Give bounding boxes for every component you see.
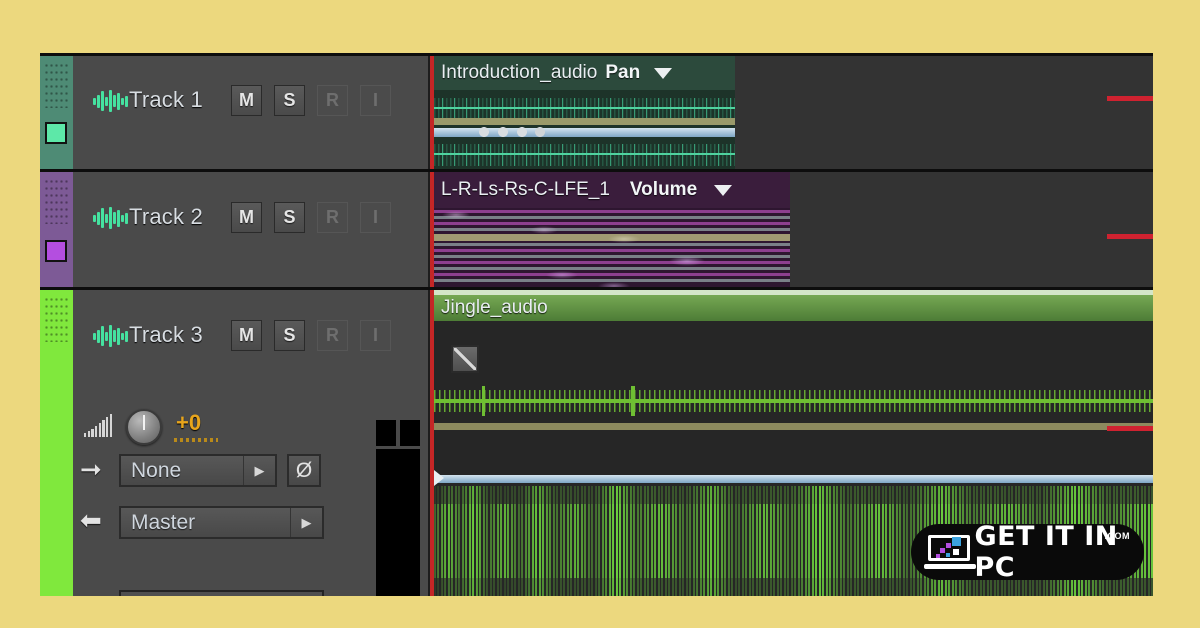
watermark-suffix: .COM [1104, 531, 1130, 541]
record-button-1[interactable]: R [317, 85, 348, 116]
pixel-dot-5 [953, 549, 959, 555]
envelope-node-extra-1[interactable] [532, 124, 549, 141]
track-color-strip-3[interactable] [40, 290, 73, 596]
clip-envelope-labels-2 [434, 210, 790, 287]
track-name-2[interactable]: Track 2 [129, 204, 203, 230]
track-name-1[interactable]: Track 1 [129, 87, 203, 113]
chevron-right-icon-output[interactable]: ▶ [290, 508, 322, 537]
track-header-3[interactable]: Track 3 M S R I +0 ➞ None ▶ Ø ⬅ Master ▶ [40, 290, 430, 596]
solo-button-1[interactable]: S [274, 85, 305, 116]
clip-name-2: L-R-Ls-Rs-C-LFE_1 [441, 179, 610, 200]
input-button-3[interactable]: I [360, 320, 391, 351]
pixel-dot-2 [946, 543, 951, 548]
clip-l-r-ls-rs-c-lfe-1[interactable]: L-R-Ls-Rs-C-LFE_1 Volume [434, 172, 790, 287]
bottom-control-partial[interactable] [119, 590, 324, 596]
clip-envelope-line-3 [434, 423, 1153, 430]
pixel-dot-1 [940, 548, 945, 553]
clip-name-1: Introduction_audio [441, 62, 598, 83]
track-lane-2[interactable]: L-R-Ls-Rs-C-LFE_1 Volume [430, 172, 1153, 287]
gain-dash-indicator [174, 438, 218, 442]
track-grip-dots-icon [44, 62, 69, 108]
clip-name-3: Jingle_audio [441, 296, 548, 318]
clip-waveform-lower-1 [434, 144, 735, 166]
edge-marker-3 [1107, 426, 1153, 431]
input-routing-select[interactable]: None ▶ [119, 454, 277, 487]
track-toggles-2: M S R I [231, 202, 391, 233]
track-header-1[interactable]: Track 1 M S R I [40, 56, 430, 169]
clip-center-line-lower-1 [434, 153, 735, 155]
clip-header-2[interactable]: L-R-Ls-Rs-C-LFE_1 Volume [434, 172, 790, 208]
edge-marker-1 [1107, 96, 1153, 101]
output-arrow-icon: ⬅ [80, 505, 102, 535]
clip-mode-1[interactable]: Pan [605, 62, 640, 84]
pixel-dot-6 [936, 554, 940, 558]
track-toggles-3: M S R I [231, 320, 391, 351]
clip-envelope-handle-3[interactable] [434, 470, 444, 486]
laptop-screen [928, 535, 970, 561]
track-header-2[interactable]: Track 2 M S R I [40, 172, 430, 287]
chevron-right-icon-input[interactable]: ▶ [243, 456, 275, 485]
waveform-icon-2 [93, 207, 129, 229]
phase-invert-button[interactable]: Ø [287, 454, 321, 487]
solo-button-3[interactable]: S [274, 320, 305, 351]
waveform-icon-3 [93, 325, 129, 347]
output-routing-value: Master [131, 510, 196, 534]
clip-waveform-transients-3 [434, 386, 1153, 416]
track-grip-dots-icon [44, 178, 69, 224]
level-meter-segment-left [376, 420, 396, 446]
clip-pan-envelope-3[interactable] [434, 475, 1153, 483]
track-toggles-1: M S R I [231, 85, 391, 116]
gain-value[interactable]: +0 [176, 410, 201, 436]
laptop-base [924, 564, 976, 569]
input-arrow-icon: ➞ [80, 454, 102, 484]
input-button-1[interactable]: I [360, 85, 391, 116]
clip-waveform-upper-1 [434, 98, 735, 120]
track-color-swatch-1[interactable] [45, 122, 67, 144]
mute-button-3[interactable]: M [231, 320, 262, 351]
clip-center-line-upper-1 [434, 107, 735, 109]
mute-button-2[interactable]: M [231, 202, 262, 233]
watermark-badge: GET IT IN PC .COM [911, 521, 1144, 583]
level-meter-body [376, 449, 420, 596]
track-color-strip-2[interactable] [40, 172, 73, 287]
pixel-dot-3 [946, 553, 950, 557]
clip-mode-2[interactable]: Volume [630, 179, 697, 201]
level-meter [370, 415, 426, 596]
volume-fader-icon [84, 413, 112, 437]
clip-header-3[interactable]: Jingle_audio [434, 290, 1153, 321]
track-grip-dots-icon [44, 296, 69, 342]
output-routing-select[interactable]: Master ▶ [119, 506, 324, 539]
playhead-3[interactable] [430, 290, 434, 596]
waveform-icon-1 [93, 90, 129, 112]
input-button-2[interactable]: I [360, 202, 391, 233]
solo-button-2[interactable]: S [274, 202, 305, 233]
edge-marker-2 [1107, 234, 1153, 239]
track-name-3[interactable]: Track 3 [129, 322, 203, 348]
record-button-2[interactable]: R [317, 202, 348, 233]
daw-window: Track 1 M S R I Introduction_audio Pan T… [40, 53, 1153, 596]
track-color-swatch-2[interactable] [45, 240, 67, 262]
laptop-icon [924, 535, 976, 569]
level-meter-segment-right [400, 420, 420, 446]
chevron-down-icon-1[interactable] [654, 67, 673, 79]
track-row-1[interactable]: Track 1 M S R I Introduction_audio Pan [40, 53, 1153, 169]
gain-knob[interactable] [126, 409, 162, 445]
mute-button-1[interactable]: M [231, 85, 262, 116]
track-color-strip-1[interactable] [40, 56, 73, 169]
playhead-2[interactable] [430, 172, 434, 287]
track-row-2[interactable]: Track 2 M S R I L-R-Ls-Rs-C-LFE_1 Volume [40, 169, 1153, 287]
clip-introduction-audio[interactable]: Introduction_audio Pan [434, 56, 735, 169]
track-lane-1[interactable]: Introduction_audio Pan [430, 56, 1153, 169]
input-routing-value: None [131, 458, 182, 482]
chevron-down-icon-2[interactable] [714, 184, 733, 196]
playhead-1[interactable] [430, 56, 434, 169]
pixel-dot-4 [952, 537, 961, 546]
record-button-3[interactable]: R [317, 320, 348, 351]
clip-fade-button[interactable] [451, 345, 479, 373]
clip-header-1[interactable]: Introduction_audio Pan [434, 56, 735, 90]
